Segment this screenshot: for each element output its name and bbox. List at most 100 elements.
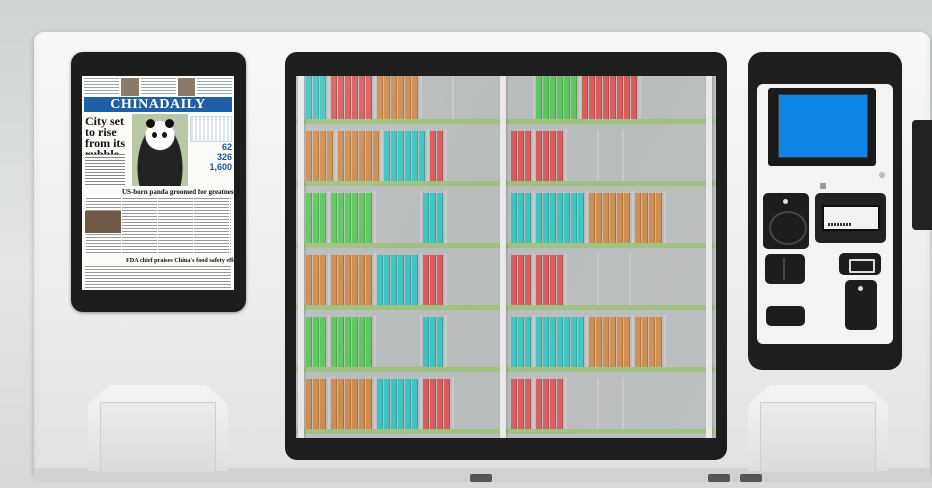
book: [352, 76, 358, 119]
shelf-post-left: [298, 76, 304, 438]
book: [338, 255, 344, 305]
shelf-divider: [328, 377, 330, 429]
usb-port-icon[interactable]: [839, 253, 881, 275]
book: [525, 193, 531, 243]
book: [631, 76, 637, 119]
barcode-scanner-icon[interactable]: [765, 254, 805, 284]
shelf-row: [296, 248, 716, 310]
book: [306, 255, 312, 305]
book: [359, 193, 365, 243]
book: [306, 131, 312, 181]
book: [306, 193, 312, 243]
book: [543, 131, 549, 181]
book: [377, 379, 383, 429]
book: [564, 76, 570, 119]
book: [331, 379, 337, 429]
book: [338, 131, 344, 181]
bin-opening: [760, 402, 876, 472]
book: [384, 131, 390, 181]
book: [384, 379, 390, 429]
book: [543, 317, 549, 367]
book: [352, 317, 358, 367]
book: [366, 193, 372, 243]
shelf-divider: [374, 253, 376, 305]
shelf-divider: [445, 129, 447, 181]
book: [536, 317, 542, 367]
book: [642, 193, 648, 243]
book: [345, 131, 351, 181]
shelf-divider: [639, 76, 641, 119]
book: [656, 193, 662, 243]
coin-slot-icon[interactable]: [766, 306, 805, 326]
camera-icon: [820, 183, 826, 189]
book: [617, 317, 623, 367]
shelf-divider: [381, 129, 383, 181]
book: [405, 76, 411, 119]
newspaper-stats: 62 326 1,600: [190, 116, 232, 186]
book: [345, 255, 351, 305]
book: [391, 131, 397, 181]
book: [550, 131, 556, 181]
book: [366, 379, 372, 429]
book: [589, 76, 595, 119]
book: [430, 131, 436, 181]
shelf-divider: [622, 129, 624, 181]
book: [511, 131, 517, 181]
book: [320, 379, 326, 429]
book: [557, 317, 563, 367]
book: [405, 379, 411, 429]
book: [423, 193, 429, 243]
book: [603, 193, 609, 243]
book: [511, 379, 517, 429]
shelf-divider: [420, 315, 422, 367]
newspaper-footer-text: [85, 266, 231, 288]
book: [423, 255, 429, 305]
book: [536, 379, 542, 429]
book: [437, 131, 443, 181]
shelf-divider: [445, 191, 447, 243]
book: [320, 76, 326, 119]
book: [320, 255, 326, 305]
shelf-divider: [335, 129, 337, 181]
book: [589, 193, 595, 243]
book: [313, 317, 319, 367]
book: [345, 193, 351, 243]
map-graphic: [190, 116, 232, 142]
card-reader-icon[interactable]: [763, 193, 809, 249]
cash-slot-icon[interactable]: [845, 280, 877, 330]
shelf-divider: [445, 315, 447, 367]
book: [313, 379, 319, 429]
book: [624, 193, 630, 243]
newspaper-subheadline: FDA chief praises China's food safety ef…: [126, 257, 234, 264]
shelf-divider: [533, 191, 535, 243]
book: [656, 317, 662, 367]
book: [320, 193, 326, 243]
receipt-slot[interactable]: [822, 205, 880, 231]
shelf-divider: [533, 253, 535, 305]
book: [391, 379, 397, 429]
book: [412, 255, 418, 305]
book: [557, 76, 563, 119]
book: [405, 131, 411, 181]
shelf-divider: [420, 76, 422, 119]
book: [373, 131, 379, 181]
touchscreen[interactable]: [778, 94, 868, 158]
shelf-divider: [374, 315, 376, 367]
book: [649, 317, 655, 367]
shelf-divider: [533, 315, 535, 367]
book: [412, 379, 418, 429]
shelf-divider: [565, 129, 567, 181]
book: [543, 76, 549, 119]
shelf-row: [296, 76, 716, 124]
book: [518, 255, 524, 305]
newspaper-column-text: [85, 154, 125, 186]
stat-number: 326: [216, 152, 232, 162]
book: [617, 76, 623, 119]
newspaper-teasers: [84, 78, 232, 96]
book: [391, 76, 397, 119]
stat-number: 1,600: [209, 162, 232, 172]
panda-photo: [132, 114, 188, 186]
book: [610, 317, 616, 367]
book: [550, 255, 556, 305]
book: [518, 379, 524, 429]
